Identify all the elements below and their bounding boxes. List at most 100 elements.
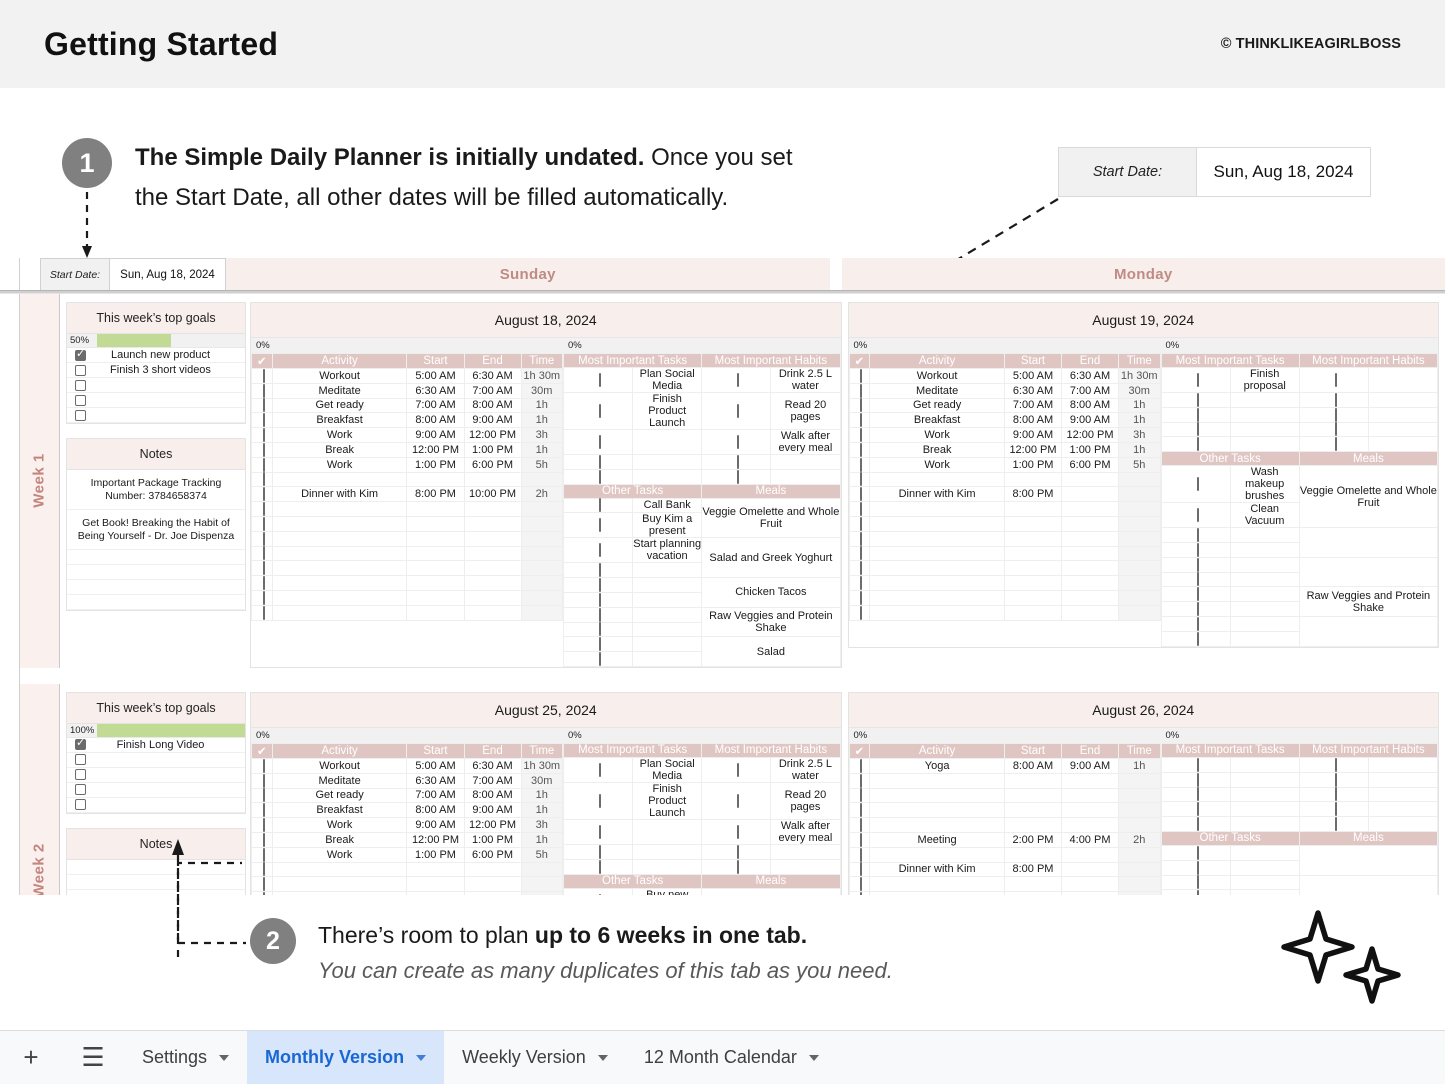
meal-cell[interactable]: Veggie Omelette and Whole Fruit bbox=[1299, 466, 1437, 528]
checkbox[interactable] bbox=[860, 606, 862, 620]
chevron-down-icon[interactable] bbox=[598, 1055, 608, 1061]
other-check-cell[interactable] bbox=[564, 888, 633, 895]
mit-text-cell[interactable] bbox=[633, 859, 702, 874]
schedule-end-cell[interactable] bbox=[1062, 773, 1119, 788]
other-text-cell[interactable] bbox=[1230, 616, 1299, 631]
checkbox[interactable] bbox=[1335, 422, 1337, 436]
other-text-cell[interactable] bbox=[633, 637, 702, 652]
other-check-cell[interactable] bbox=[564, 498, 633, 513]
schedule-check-cell[interactable] bbox=[849, 369, 870, 384]
checkbox[interactable] bbox=[860, 892, 862, 895]
schedule-start-cell[interactable] bbox=[407, 877, 464, 892]
checkbox[interactable] bbox=[737, 373, 739, 387]
mit-text-cell[interactable] bbox=[1230, 407, 1299, 422]
other-check-cell[interactable] bbox=[1161, 631, 1230, 646]
mit-check-cell[interactable] bbox=[564, 844, 633, 859]
schedule-end-cell[interactable] bbox=[464, 502, 521, 517]
schedule-start-cell[interactable]: 9:00 AM bbox=[407, 818, 464, 833]
checkbox[interactable] bbox=[1197, 787, 1199, 801]
schedule-row[interactable] bbox=[252, 502, 563, 517]
schedule-row[interactable] bbox=[252, 892, 563, 895]
mih-text-cell[interactable]: Drink 2.5 L water bbox=[771, 757, 840, 782]
other-text-cell[interactable] bbox=[1230, 542, 1299, 557]
other-task-row[interactable]: Salad bbox=[564, 637, 841, 652]
other-check-cell[interactable] bbox=[564, 652, 633, 667]
checkbox[interactable] bbox=[1335, 787, 1337, 801]
schedule-row[interactable] bbox=[849, 877, 1160, 892]
schedule-row[interactable] bbox=[849, 590, 1160, 605]
checkbox[interactable] bbox=[599, 652, 601, 666]
schedule-end-cell[interactable] bbox=[464, 516, 521, 531]
mih-check-cell[interactable] bbox=[1299, 817, 1368, 832]
other-check-cell[interactable] bbox=[1161, 845, 1230, 860]
task-row[interactable]: Finish proposal bbox=[1161, 368, 1438, 393]
schedule-activity-cell[interactable] bbox=[272, 892, 407, 895]
schedule-row[interactable]: Dinner with Kim8:00 PM bbox=[849, 487, 1160, 502]
schedule-activity-cell[interactable] bbox=[870, 590, 1005, 605]
note-block[interactable]: Get Book! Breaking the Habit of Being Yo… bbox=[67, 510, 245, 550]
other-check-cell[interactable] bbox=[564, 563, 633, 578]
checkbox[interactable] bbox=[599, 435, 601, 449]
mih-check-cell[interactable] bbox=[1299, 772, 1368, 787]
checkbox[interactable] bbox=[1197, 477, 1199, 491]
schedule-end-cell[interactable] bbox=[1062, 847, 1119, 862]
schedule-start-cell[interactable] bbox=[1004, 788, 1061, 803]
schedule-row[interactable]: Meeting2:00 PM4:00 PM2h bbox=[849, 832, 1160, 847]
mih-text-cell[interactable] bbox=[1368, 407, 1437, 422]
checkbox[interactable] bbox=[599, 622, 601, 636]
goal-row[interactable]: Finish Long Video bbox=[67, 738, 245, 753]
schedule-start-cell[interactable]: 6:30 AM bbox=[407, 383, 464, 398]
schedule-start-cell[interactable] bbox=[407, 576, 464, 591]
other-text-cell[interactable] bbox=[1230, 860, 1299, 875]
schedule-end-cell[interactable] bbox=[1062, 788, 1119, 803]
schedule-row[interactable]: Work1:00 PM6:00 PM5h bbox=[252, 847, 563, 862]
mih-text-cell[interactable] bbox=[1368, 802, 1437, 817]
checkbox[interactable] bbox=[1197, 890, 1199, 895]
task-row[interactable]: Finish Product LaunchRead 20 pages bbox=[564, 782, 841, 819]
schedule-row[interactable]: Breakfast8:00 AM9:00 AM1h bbox=[849, 413, 1160, 428]
schedule-activity-cell[interactable] bbox=[870, 516, 1005, 531]
schedule-end-cell[interactable]: 6:30 AM bbox=[464, 758, 521, 773]
schedule-check-cell[interactable] bbox=[849, 847, 870, 862]
mih-text-cell[interactable] bbox=[1368, 787, 1437, 802]
schedule-end-cell[interactable] bbox=[1062, 818, 1119, 833]
schedule-start-cell[interactable] bbox=[1004, 892, 1061, 895]
schedule-check-cell[interactable] bbox=[252, 487, 273, 502]
checkbox[interactable] bbox=[599, 404, 601, 418]
schedule-start-cell[interactable] bbox=[1004, 877, 1061, 892]
goal-row[interactable] bbox=[67, 408, 245, 423]
sheet-tab-12-month-calendar[interactable]: 12 Month Calendar bbox=[626, 1031, 837, 1084]
task-row[interactable] bbox=[1161, 787, 1438, 802]
schedule-row[interactable]: Breakfast8:00 AM9:00 AM1h bbox=[252, 803, 563, 818]
schedule-start-cell[interactable] bbox=[1004, 605, 1061, 620]
checkbox[interactable] bbox=[599, 637, 601, 651]
schedule-start-cell[interactable] bbox=[407, 590, 464, 605]
schedule-table[interactable]: ✔ActivityStartEndTimeWorkout5:00 AM6:30 … bbox=[251, 743, 563, 895]
other-check-cell[interactable] bbox=[564, 592, 633, 607]
meal-cell[interactable]: Veggie Omelette and Whole Fruit bbox=[702, 498, 840, 538]
schedule-end-cell[interactable]: 1:00 PM bbox=[1062, 442, 1119, 457]
schedule-row[interactable] bbox=[252, 561, 563, 576]
other-text-cell[interactable] bbox=[1230, 845, 1299, 860]
note-line[interactable] bbox=[67, 565, 245, 580]
mit-text-cell[interactable] bbox=[633, 844, 702, 859]
other-check-cell[interactable] bbox=[1161, 860, 1230, 875]
schedule-check-cell[interactable] bbox=[849, 892, 870, 895]
schedule-row[interactable] bbox=[252, 516, 563, 531]
schedule-check-cell[interactable] bbox=[849, 832, 870, 847]
schedule-row[interactable] bbox=[252, 590, 563, 605]
checkbox[interactable] bbox=[75, 769, 86, 780]
checkbox[interactable] bbox=[1197, 632, 1199, 646]
spreadsheet-area[interactable]: Start Date: Sun, Aug 18, 2024 Sunday Mon… bbox=[0, 258, 1445, 895]
note-line[interactable] bbox=[67, 595, 245, 610]
checkbox[interactable] bbox=[599, 518, 601, 532]
schedule-row[interactable]: Break12:00 PM1:00 PM1h bbox=[252, 442, 563, 457]
checkbox[interactable] bbox=[1335, 373, 1337, 387]
other-task-row[interactable]: Raw Veggies and Protein Shake bbox=[1161, 587, 1438, 602]
mih-check-cell[interactable] bbox=[702, 844, 771, 859]
schedule-check-cell[interactable] bbox=[252, 428, 273, 443]
mit-check-cell[interactable] bbox=[1161, 817, 1230, 832]
note-block[interactable]: Important Package Tracking Number: 37846… bbox=[67, 470, 245, 510]
mit-text-cell[interactable]: Plan Social Media bbox=[633, 368, 702, 393]
schedule-check-cell[interactable] bbox=[252, 531, 273, 546]
